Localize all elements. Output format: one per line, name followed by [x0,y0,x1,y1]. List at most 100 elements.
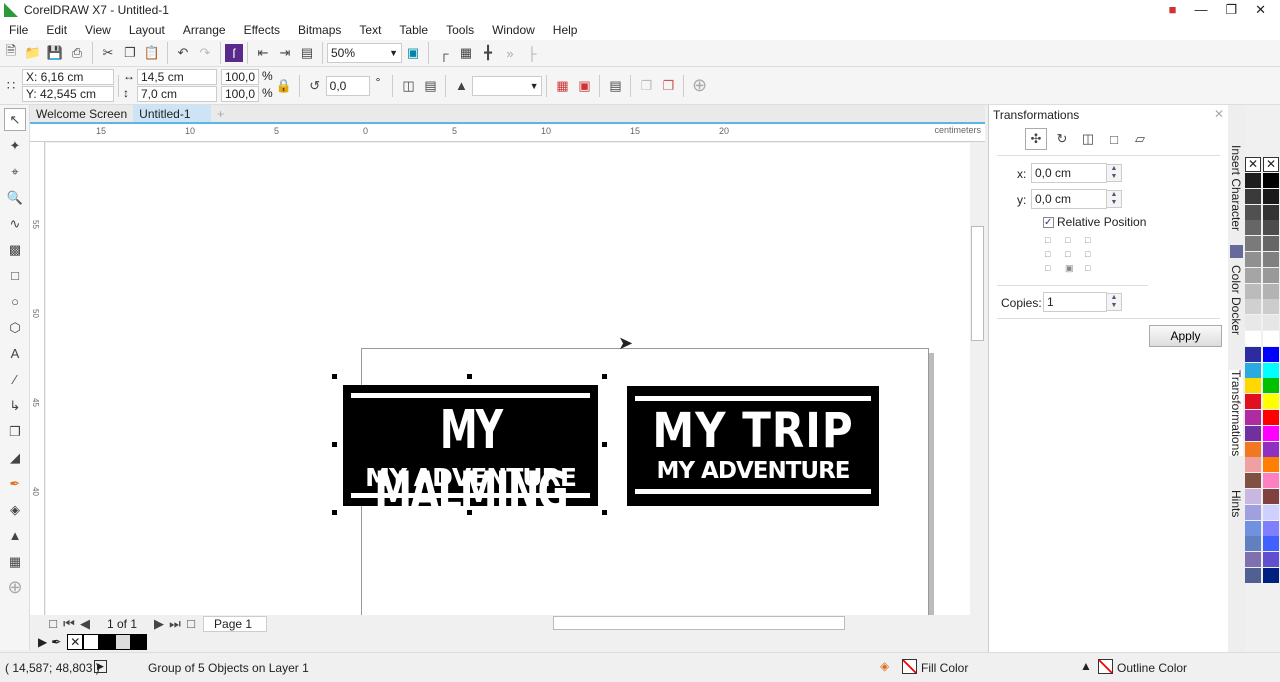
swatch-light-gray[interactable] [115,634,132,650]
guidelines-icon[interactable]: ╋ [477,42,499,64]
wrap-text-icon[interactable]: ▤ [604,75,626,97]
palette-swatch[interactable] [1245,473,1261,489]
menu-tools[interactable]: Tools [437,23,483,37]
outline-none-swatch[interactable] [1098,659,1113,674]
palette-swatch[interactable] [1245,520,1261,536]
mesh-fill-icon[interactable]: ▦ [4,550,26,573]
new-tab-button[interactable]: + [211,105,230,122]
palette-menu-icon[interactable]: ▶ [38,635,47,649]
palette-swatch[interactable] [1245,552,1261,568]
vertical-ruler[interactable]: 55 50 45 40 [30,142,45,615]
y-transform-field[interactable]: 0,0 cm [1031,189,1107,209]
copies-field[interactable]: 1 [1043,292,1107,312]
ungroup-icon[interactable]: ▣ [573,75,595,97]
apply-button[interactable]: Apply [1149,325,1222,347]
palette-swatch[interactable] [1245,346,1261,362]
palette-swatch[interactable] [1263,267,1279,283]
lock-ratio-icon[interactable]: 🔒 [273,75,295,97]
scale-x-field[interactable]: 100,0 [221,69,259,85]
relative-position-checkbox[interactable]: ✓ Relative Position [1043,215,1146,229]
palette-swatch[interactable] [1245,410,1261,425]
rotate-transform-icon[interactable]: ↻ [1051,128,1073,150]
width-field[interactable]: 14,5 cm [137,69,217,85]
to-back-icon[interactable]: ❐ [657,75,679,97]
logo-my-trip[interactable]: MY TRIP MY ADVENTURE [627,386,879,506]
full-screen-preview-icon[interactable]: ▣ [402,42,424,64]
tab-insert-character[interactable]: Insert Character [1229,145,1243,231]
palette-swatch[interactable] [1263,315,1279,331]
logo-my-malming[interactable]: MY MALMING MY ADVENTURE [343,385,598,522]
scale-mirror-icon[interactable]: ◫ [1077,128,1099,150]
palette-swatch[interactable] [1245,299,1261,315]
x-transform-field[interactable]: 0,0 cm [1031,163,1107,183]
tab-welcome-screen[interactable]: Welcome Screen [30,105,133,122]
minimize-button[interactable]: — [1194,2,1207,18]
rulers-icon[interactable]: ┌ [433,42,455,64]
mirror-horizontal-icon[interactable]: ◫ [397,75,419,97]
scale-y-field[interactable]: 100,0 [221,86,259,102]
menu-view[interactable]: View [76,23,120,37]
palette-swatch[interactable] [1245,425,1261,441]
palette-swatch[interactable] [1245,394,1261,410]
palette-swatch[interactable] [1245,568,1261,583]
menu-file[interactable]: File [0,23,37,37]
smart-fill-outline-icon[interactable]: ▲ [4,524,26,547]
crop-tool-icon[interactable]: ⌖ [4,160,26,183]
smart-fill-icon[interactable]: ▩ [4,238,26,261]
palette-swatch[interactable] [1263,362,1279,378]
anchor-grid[interactable]: □ □ □ □ □ □ □ ▣ □ [1045,235,1101,274]
copy-icon[interactable]: ❐ [119,42,141,64]
palette-swatch[interactable] [1263,441,1279,457]
palette-swatch[interactable] [1263,173,1279,188]
palette-swatch[interactable] [1245,504,1261,520]
palette-swatch[interactable] [1245,220,1261,236]
palette-swatch[interactable] [1263,425,1279,441]
docker-close-icon[interactable]: ✕ [1214,107,1224,121]
transparency-icon[interactable]: ◢ [4,446,26,469]
x-spinner[interactable]: ▲ ▼ [1106,164,1122,182]
palette-swatch[interactable] [1263,346,1279,362]
palette-swatch[interactable] [1263,220,1279,236]
y-position-field[interactable]: Y: 42,545 cm [22,86,114,102]
palette-swatch[interactable] [1263,504,1279,520]
corel-connect-icon[interactable]: ſ [225,44,243,62]
tab-hints[interactable]: Hints [1229,490,1243,517]
palette-swatch[interactable] [1245,441,1261,457]
tab-transformations[interactable]: Transformations [1229,370,1243,457]
cut-icon[interactable]: ✂ [97,42,119,64]
swatch-no-color[interactable]: ✕ [1263,157,1279,172]
rectangle-tool-icon[interactable]: □ [4,264,26,287]
palette-swatch[interactable] [1263,378,1279,394]
text-tool-icon[interactable]: A [4,342,26,365]
export-icon[interactable]: ⇥ [274,42,296,64]
palette-swatch[interactable] [1245,188,1261,204]
palette-swatch[interactable] [1245,252,1261,267]
zoom-level-select[interactable]: 50% ▼ [327,43,402,63]
swatch-white[interactable] [83,634,100,650]
fill-none-swatch[interactable] [902,659,917,674]
vertical-scrollbar[interactable] [970,143,985,615]
import-icon[interactable]: ⇤ [252,42,274,64]
zoom-tool-icon[interactable]: 🔍 [4,186,26,209]
shape-tool-icon[interactable]: ✦ [4,134,26,157]
palette-swatch[interactable] [1245,378,1261,394]
palette-swatch[interactable] [1245,204,1261,220]
menu-effects[interactable]: Effects [235,23,289,37]
palette-swatch[interactable] [1245,236,1261,252]
object-origin-icon[interactable]: ∷ [0,75,22,97]
palette-swatch[interactable] [1245,315,1261,331]
position-icon[interactable]: ✣ [1025,128,1047,150]
drop-shadow-icon[interactable]: ❐ [4,420,26,443]
new-icon[interactable]: 🗎 [0,42,22,64]
user-icon[interactable]: ■ [1169,2,1177,18]
palette-swatch[interactable] [1245,536,1261,552]
palette-swatch[interactable] [1263,299,1279,315]
save-icon[interactable]: 💾 [44,42,66,64]
group-icon[interactable]: ▦ [551,75,573,97]
eyedropper-icon[interactable]: ✒ [51,635,61,649]
add-icon[interactable]: ⊕ [688,75,710,97]
rotation-field[interactable]: 0,0 [325,75,370,96]
swatch-none[interactable]: ✕ [67,634,84,650]
pick-tool-icon[interactable]: ↖ [4,108,26,131]
page-tab-1[interactable]: Page 1 [203,615,268,632]
